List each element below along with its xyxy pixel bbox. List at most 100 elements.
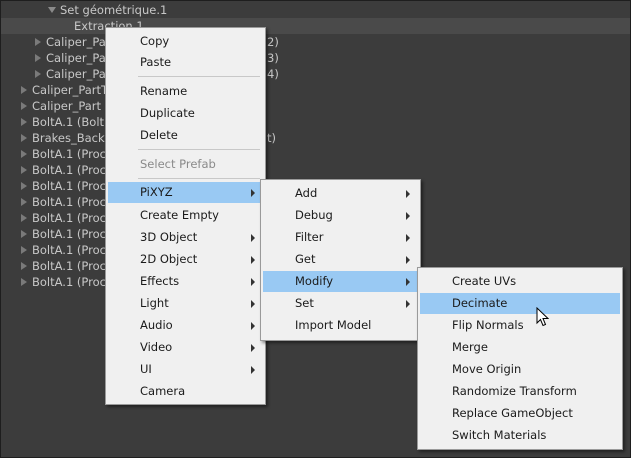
tree-row-label: Caliper_Part xyxy=(32,99,102,113)
expand-triangle-icon[interactable] xyxy=(48,7,56,13)
menu-item-ui[interactable]: UI xyxy=(108,359,263,380)
menu-item-duplicate[interactable]: Duplicate xyxy=(108,103,263,124)
modify-submenu: Create UVs Decimate Flip Normals Merge M… xyxy=(417,267,623,450)
collapse-triangle-icon[interactable] xyxy=(21,166,27,174)
menu-item-video[interactable]: Video xyxy=(108,337,263,358)
menu-item-modify[interactable]: Modify xyxy=(263,271,418,292)
tree-row[interactable]: Caliper_PartT xyxy=(1,82,630,98)
menu-item-label: Set xyxy=(295,296,314,310)
menu-item-set[interactable]: Set xyxy=(263,293,418,314)
menu-item-label: Effects xyxy=(140,274,180,288)
tree-row-label: BoltA.1 (Proc xyxy=(32,275,106,289)
pixyz-submenu: Add Debug Filter Get Modify Set Import M… xyxy=(260,179,421,341)
tree-row-label: Set géométrique.1 xyxy=(60,3,168,17)
tree-row[interactable]: BoltA.1 (Bolt xyxy=(1,114,630,130)
menu-item-3d-object[interactable]: 3D Object xyxy=(108,227,263,248)
tree-row-tail: 3) xyxy=(267,51,279,65)
mouse-pointer-icon xyxy=(536,307,550,327)
submenu-arrow-icon xyxy=(251,366,255,374)
menu-item-replace-gameobject[interactable]: Replace GameObject xyxy=(420,403,620,424)
menu-item-paste[interactable]: Paste xyxy=(108,52,263,73)
tree-row[interactable]: Brakes_Back t) xyxy=(1,130,630,146)
collapse-triangle-icon[interactable] xyxy=(21,230,27,238)
collapse-triangle-icon[interactable] xyxy=(35,54,41,62)
menu-item-label: Decimate xyxy=(452,296,508,310)
menu-item-label: Randomize Transform xyxy=(452,384,577,398)
tree-row-label: BoltA.1 (Proc xyxy=(32,147,106,161)
menu-item-label: UI xyxy=(140,362,152,376)
menu-item-import-model[interactable]: Import Model xyxy=(263,315,418,336)
tree-row[interactable]: Caliper_Pa 4) xyxy=(1,66,630,82)
tree-row-label: BoltA.1 (Proc xyxy=(32,259,106,273)
tree-row-label: BoltA.1 (Proc xyxy=(32,195,106,209)
menu-item-decimate[interactable]: Decimate xyxy=(420,293,620,314)
menu-item-label: Rename xyxy=(140,84,188,98)
menu-item-randomize-transform[interactable]: Randomize Transform xyxy=(420,381,620,402)
tree-row-label: BoltA.1 (Proc xyxy=(32,163,106,177)
menu-item-label: Replace GameObject xyxy=(452,406,573,420)
tree-row-tail: 2) xyxy=(267,35,279,49)
tree-row[interactable]: Caliper_Part xyxy=(1,98,630,114)
tree-row[interactable]: BoltA.1 (Proc xyxy=(1,162,630,178)
collapse-triangle-icon[interactable] xyxy=(21,262,27,270)
collapse-triangle-icon[interactable] xyxy=(21,278,27,286)
menu-item-light[interactable]: Light xyxy=(108,293,263,314)
submenu-arrow-icon xyxy=(251,234,255,242)
menu-item-camera[interactable]: Camera xyxy=(108,381,263,402)
menu-item-label: Debug xyxy=(295,208,333,222)
context-menu: Copy Paste Rename Duplicate Delete Selec… xyxy=(105,27,266,405)
menu-item-flip-normals[interactable]: Flip Normals xyxy=(420,315,620,336)
collapse-triangle-icon[interactable] xyxy=(21,182,27,190)
menu-item-delete[interactable]: Delete xyxy=(108,125,263,146)
collapse-triangle-icon[interactable] xyxy=(21,118,27,126)
menu-item-label: Move Origin xyxy=(452,362,522,376)
collapse-triangle-icon[interactable] xyxy=(21,134,27,142)
tree-row[interactable]: Caliper_Pa 2) xyxy=(1,34,630,50)
tree-row-label: BoltA.1 (Proc xyxy=(32,211,106,225)
collapse-triangle-icon[interactable] xyxy=(21,214,27,222)
collapse-triangle-icon[interactable] xyxy=(21,198,27,206)
menu-item-copy[interactable]: Copy xyxy=(108,31,263,52)
menu-item-label: Video xyxy=(140,340,173,354)
menu-item-create-uvs[interactable]: Create UVs xyxy=(420,271,620,292)
menu-item-effects[interactable]: Effects xyxy=(108,271,263,292)
menu-item-label: Add xyxy=(295,186,318,200)
menu-item-switch-materials[interactable]: Switch Materials xyxy=(420,425,620,446)
menu-item-label: Create UVs xyxy=(452,274,517,288)
collapse-triangle-icon[interactable] xyxy=(35,38,41,46)
menu-item-label: Audio xyxy=(140,318,173,332)
menu-item-debug[interactable]: Debug xyxy=(263,205,418,226)
menu-item-label: Modify xyxy=(295,274,334,288)
menu-separator xyxy=(138,76,260,77)
collapse-triangle-icon[interactable] xyxy=(21,150,27,158)
tree-row-tail: t) xyxy=(267,131,276,145)
menu-item-label: Delete xyxy=(140,128,178,142)
menu-item-merge[interactable]: Merge xyxy=(420,337,620,358)
tree-row-extraction[interactable]: Extraction.1 xyxy=(1,18,630,34)
submenu-arrow-icon xyxy=(406,190,410,198)
menu-item-filter[interactable]: Filter xyxy=(263,227,418,248)
tree-row-tail: 4) xyxy=(267,67,279,81)
collapse-triangle-icon[interactable] xyxy=(21,102,27,110)
tree-row-label: BoltA.1 (Proc xyxy=(32,179,106,193)
menu-item-rename[interactable]: Rename xyxy=(108,81,263,102)
menu-item-create-empty[interactable]: Create Empty xyxy=(108,205,263,226)
menu-item-audio[interactable]: Audio xyxy=(108,315,263,336)
menu-item-label: Copy xyxy=(140,34,170,48)
menu-item-pixyz[interactable]: PiXYZ xyxy=(108,182,263,203)
menu-item-move-origin[interactable]: Move Origin xyxy=(420,359,620,380)
collapse-triangle-icon[interactable] xyxy=(21,86,27,94)
tree-row[interactable]: BoltA.1 (Proc xyxy=(1,146,630,162)
menu-item-label: Light xyxy=(140,296,169,310)
menu-item-label: 3D Object xyxy=(140,230,198,244)
submenu-arrow-icon xyxy=(251,344,255,352)
menu-item-add[interactable]: Add xyxy=(263,183,418,204)
tree-row[interactable]: Caliper_Pa 3) xyxy=(1,50,630,66)
menu-item-2d-object[interactable]: 2D Object xyxy=(108,249,263,270)
menu-item-get[interactable]: Get xyxy=(263,249,418,270)
submenu-arrow-icon xyxy=(251,300,255,308)
collapse-triangle-icon[interactable] xyxy=(21,246,27,254)
tree-row-set-geometrique[interactable]: Set géométrique.1 xyxy=(1,2,630,18)
menu-item-label: Get xyxy=(295,252,316,266)
collapse-triangle-icon[interactable] xyxy=(35,70,41,78)
